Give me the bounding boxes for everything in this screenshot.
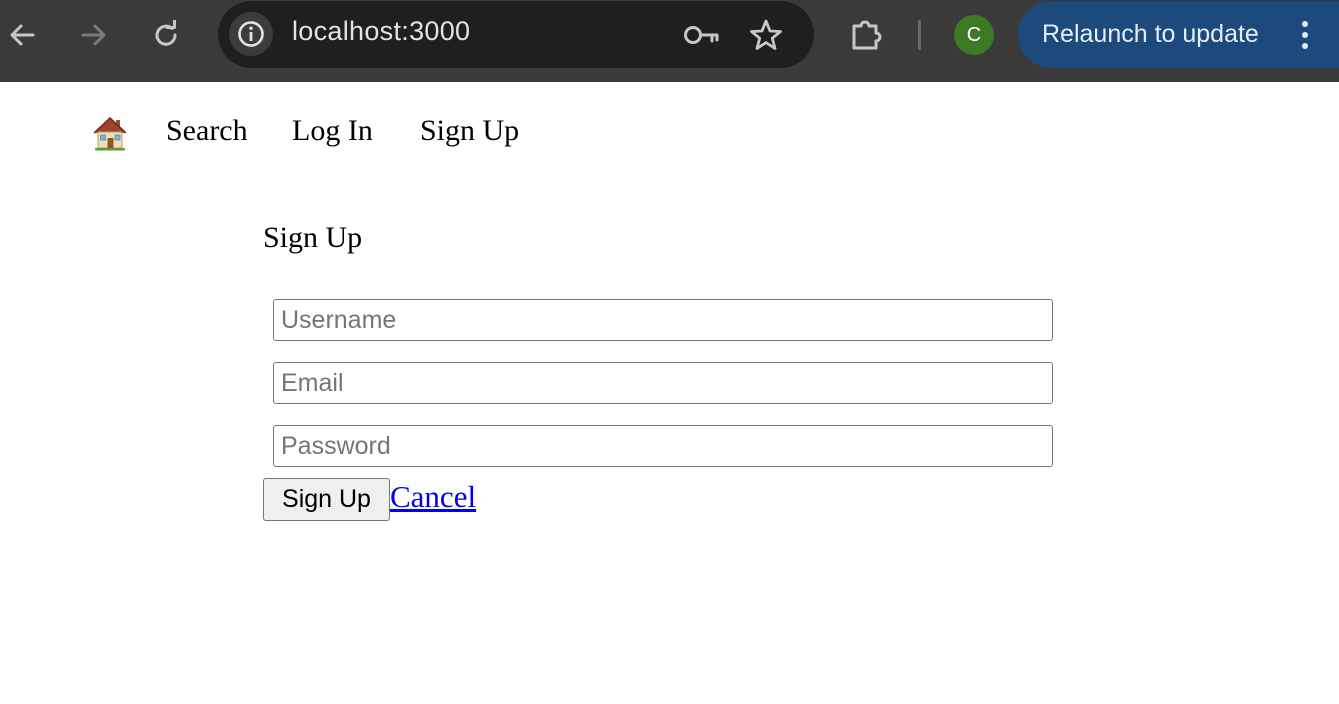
address-bar[interactable]: localhost:3000	[218, 1, 814, 68]
toolbar-divider	[918, 20, 921, 50]
info-icon[interactable]	[229, 12, 273, 56]
form-title: Sign Up	[263, 221, 363, 254]
cancel-link[interactable]: Cancel	[390, 479, 476, 515]
nav-search-link[interactable]: Search	[166, 114, 248, 148]
star-icon[interactable]	[746, 15, 786, 55]
nav-login-link[interactable]: Log In	[292, 114, 373, 148]
email-field[interactable]	[273, 362, 1053, 404]
key-icon[interactable]	[682, 17, 722, 53]
reload-icon[interactable]	[148, 17, 184, 53]
nav-signup-link[interactable]: Sign Up	[420, 114, 519, 148]
puzzle-icon[interactable]	[846, 14, 888, 56]
home-link[interactable]	[93, 115, 127, 151]
password-field[interactable]	[273, 425, 1053, 467]
back-icon[interactable]	[4, 17, 40, 53]
profile-avatar[interactable]: C	[954, 15, 994, 55]
page-content: Search Log In Sign Up Sign Up Sign Up Ca…	[0, 82, 1339, 704]
more-vert-icon[interactable]	[1290, 15, 1320, 55]
browser-toolbar: localhost:3000 C Relaunch to update	[0, 0, 1339, 82]
relaunch-label: Relaunch to update	[1042, 20, 1259, 48]
relaunch-button[interactable]: Relaunch to update	[1018, 1, 1339, 68]
forward-icon[interactable]	[76, 17, 112, 53]
url-text[interactable]: localhost:3000	[292, 16, 470, 47]
house-icon	[93, 116, 127, 151]
username-field[interactable]	[273, 299, 1053, 341]
site-nav: Search Log In Sign Up	[0, 82, 1339, 182]
sign-up-button[interactable]: Sign Up	[263, 478, 390, 521]
